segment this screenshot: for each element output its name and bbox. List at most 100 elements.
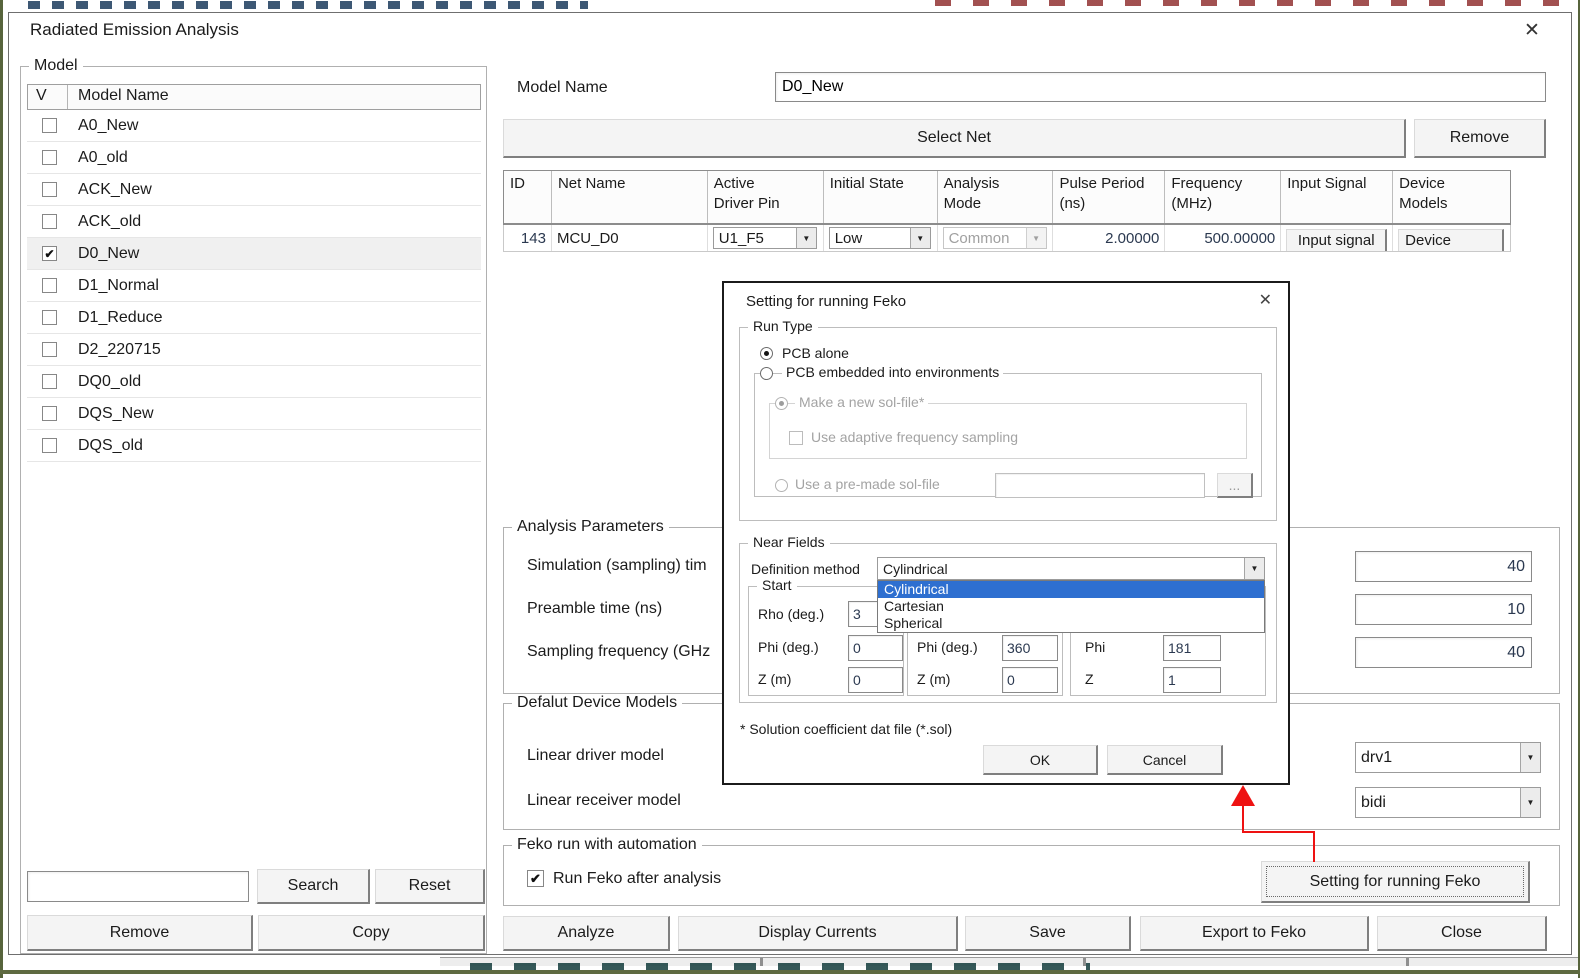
model-list-item[interactable]: D1_Normal — [27, 270, 481, 302]
background-edge-left — [0, 0, 3, 978]
device-models-button[interactable]: Device — [1398, 229, 1504, 252]
definition-method-dropdown-list[interactable]: CylindricalCartesianSpherical — [877, 580, 1265, 633]
analysis-mode-select[interactable]: Common ▼ — [943, 227, 1047, 249]
simulation-time-field[interactable] — [1355, 551, 1532, 582]
model-list-item[interactable]: DQS_old — [27, 430, 481, 462]
close-icon[interactable]: ✕ — [1259, 293, 1272, 309]
adaptive-sampling-checkbox[interactable] — [789, 431, 803, 445]
dropdown-option-spherical[interactable]: Spherical — [878, 615, 1264, 632]
sampling-frequency-field[interactable] — [1355, 637, 1532, 668]
search-button[interactable]: Search — [257, 869, 370, 904]
definition-method-label: Definition method — [751, 561, 860, 577]
model-list-item[interactable]: ACK_New — [27, 174, 481, 206]
background-app-remnant-bottom-text — [470, 963, 1090, 970]
definition-method-value: Cylindrical — [878, 558, 1244, 579]
device-models-group-label: Defalut Device Models — [512, 694, 682, 712]
start-z-label: Z (m) — [758, 671, 791, 687]
initial-state-select[interactable]: Low ▼ — [829, 227, 931, 249]
definition-method-select[interactable]: Cylindrical ▼ — [877, 557, 1265, 580]
model-checkbox[interactable] — [42, 374, 57, 389]
search-input[interactable] — [27, 871, 249, 902]
input-signal-button[interactable]: Input signal — [1286, 229, 1387, 252]
run-feko-checkbox[interactable]: ✔ — [527, 870, 544, 887]
close-icon[interactable]: ✕ — [1524, 21, 1540, 40]
count-phi-field[interactable] — [1163, 635, 1221, 661]
model-list-item[interactable]: ✔ D0_New — [27, 238, 481, 270]
model-name-label: DQ0_old — [78, 373, 141, 391]
model-checkbox[interactable] — [42, 278, 57, 293]
start-phi-field[interactable] — [848, 635, 903, 661]
model-name-label: D1_Reduce — [78, 309, 163, 327]
sol-footnote: * Solution coefficient dat file (*.sol) — [740, 721, 952, 737]
export-to-feko-button[interactable]: Export to Feko — [1140, 916, 1369, 951]
frequency-cell: 500.00000 — [1165, 225, 1281, 251]
dropdown-arrow-icon: ▼ — [1520, 743, 1540, 772]
remove-net-button[interactable]: Remove — [1414, 119, 1546, 158]
near-fields-group-label: Near Fields — [748, 534, 830, 550]
count-z-field[interactable] — [1163, 667, 1221, 693]
model-list-item[interactable]: A0_New — [27, 110, 481, 142]
analyze-button[interactable]: Analyze — [503, 916, 670, 951]
preamble-time-label: Preamble time (ns) — [527, 600, 662, 618]
cancel-button[interactable]: Cancel — [1107, 745, 1223, 775]
pcb-embedded-label: PCB embedded into environments — [782, 364, 1003, 380]
linear-receiver-model-select[interactable]: bidi ▼ — [1355, 787, 1541, 818]
copy-model-button[interactable]: Copy — [258, 915, 485, 951]
model-checkbox[interactable]: ✔ — [42, 246, 57, 261]
active-driver-pin-select[interactable]: U1_F5 ▼ — [713, 227, 817, 249]
run-type-group-label: Run Type — [748, 318, 818, 334]
setting-for-running-feko-button[interactable]: Setting for running Feko — [1261, 861, 1530, 903]
model-list-item[interactable]: DQ0_old — [27, 366, 481, 398]
active-driver-pin-cell: U1_F5 ▼ — [708, 225, 824, 251]
model-checkbox[interactable] — [42, 438, 57, 453]
model-checkbox[interactable] — [42, 342, 57, 357]
model-list-item[interactable]: A0_old — [27, 142, 481, 174]
model-list-header-check-column: V — [28, 85, 68, 109]
dropdown-option-cartesian[interactable]: Cartesian — [878, 598, 1264, 615]
model-list-item[interactable]: D1_Reduce — [27, 302, 481, 334]
model-name-label: D1_Normal — [78, 277, 159, 295]
select-net-button[interactable]: Select Net — [503, 119, 1406, 158]
ok-button[interactable]: OK — [983, 745, 1098, 775]
model-list-item[interactable]: DQS_New — [27, 398, 481, 430]
pcb-alone-radio[interactable] — [760, 347, 773, 360]
model-name-label: A0_New — [78, 117, 138, 135]
model-group-label: Model — [29, 57, 83, 75]
end-z-label: Z (m) — [917, 671, 950, 687]
start-z-field[interactable] — [848, 667, 903, 693]
background-app-remnant-top — [28, 1, 588, 9]
net-table-header-input-signal: Input Signal — [1281, 171, 1393, 223]
preamble-time-field[interactable] — [1355, 594, 1532, 625]
net-id-cell: 143 — [504, 225, 552, 251]
model-checkbox[interactable] — [42, 150, 57, 165]
model-list-item[interactable]: D2_220715 — [27, 334, 481, 366]
close-button[interactable]: Close — [1377, 916, 1547, 951]
reset-button[interactable]: Reset — [375, 869, 485, 904]
model-name-input[interactable] — [775, 72, 1546, 102]
model-checkbox[interactable] — [42, 406, 57, 421]
make-new-sol-radio[interactable] — [775, 397, 788, 410]
linear-driver-model-select[interactable]: drv1 ▼ — [1355, 742, 1541, 773]
browse-sol-file-button[interactable]: ... — [1217, 473, 1253, 498]
model-checkbox[interactable] — [42, 182, 57, 197]
model-name-label: D0_New — [78, 245, 139, 263]
end-z-field[interactable] — [1002, 667, 1058, 693]
net-table-header-net-name: Net Name — [552, 171, 708, 223]
initial-state-cell: Low ▼ — [824, 225, 938, 251]
pcb-embedded-radio[interactable] — [760, 367, 773, 380]
save-button[interactable]: Save — [965, 916, 1131, 951]
input-signal-cell: Input signal — [1281, 225, 1393, 251]
remove-model-button[interactable]: Remove — [27, 915, 253, 951]
end-phi-field[interactable] — [1002, 635, 1058, 661]
model-checkbox[interactable] — [42, 310, 57, 325]
button-focus-rect — [1266, 866, 1524, 897]
dropdown-option-cylindrical[interactable]: Cylindrical — [878, 581, 1264, 598]
model-checkbox[interactable] — [42, 214, 57, 229]
model-checkbox[interactable] — [42, 118, 57, 133]
model-list-item[interactable]: ACK_old — [27, 206, 481, 238]
display-currents-button[interactable]: Display Currents — [678, 916, 958, 951]
premade-sol-radio[interactable] — [775, 479, 788, 492]
model-list-header: V Model Name — [27, 84, 481, 110]
model-list: V Model Name A0_New A0_old ACK_New ACK_o… — [27, 84, 481, 462]
premade-sol-path-field[interactable] — [995, 473, 1205, 498]
